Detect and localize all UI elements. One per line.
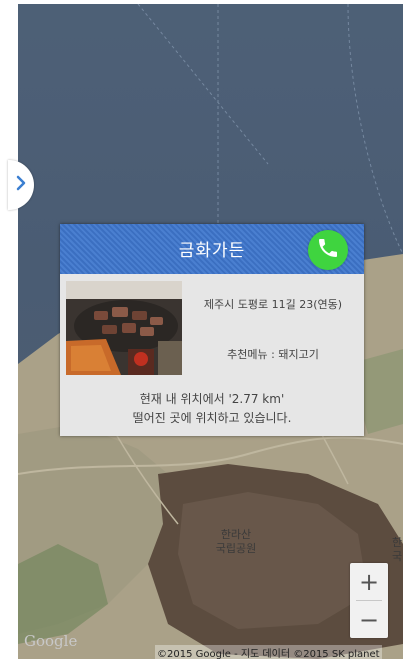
map-copyright[interactable]: ©2015 Google - 지도 데이터 ©2015 SK planet [155,645,382,660]
park-label: 한라산 국립공원 [215,528,257,555]
place-info-popup[interactable]: 금화가든 제주시 도평로 11길 23(연동) 추천메뉴: 돼지고기 현재 내… [60,224,364,436]
distance-text: 현재 내 위치에서 '2.77 km' 떨어진 곳에 위치하고 있습니다. [132,392,292,425]
zoom-out-button[interactable]: − [350,601,388,638]
zoom-control: + − [350,563,388,638]
place-address: 제주시 도평로 11길 23(연동) [203,298,343,311]
google-logo: Google [24,632,78,650]
phone-icon [316,236,340,264]
zoom-in-button[interactable]: + [350,563,388,600]
park-edge-label: 한 국 [392,536,403,563]
popup-header: 금화가든 [60,224,364,274]
chevron-right-icon [15,175,27,195]
call-button[interactable] [308,230,348,270]
recommended-menu: 추천메뉴 : 돼지고기 [227,348,319,361]
food-photo [66,281,182,375]
